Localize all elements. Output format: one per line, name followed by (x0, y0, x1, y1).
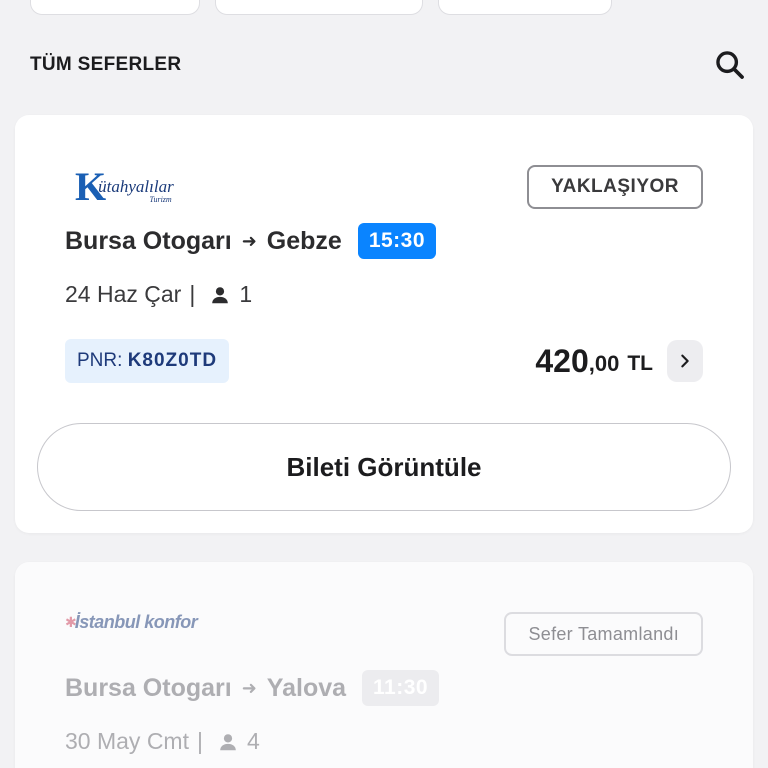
operator-logo: K ütahyalılar Turizm (75, 167, 174, 207)
price-integer: 420 (535, 342, 589, 379)
search-icon (716, 51, 744, 79)
trip-card[interactable]: ✱ İstanbul konfor Sefer Tamamlandı Bursa… (15, 562, 753, 768)
details-button[interactable] (667, 340, 703, 382)
pnr-chip: PNR: K80Z0TD (65, 339, 230, 383)
operator-logo: ✱ İstanbul konfor (65, 612, 198, 633)
passenger-count: 4 (246, 728, 260, 754)
pnr-label: PNR: (77, 350, 123, 371)
trip-date: 24 Haz Çar (65, 281, 182, 307)
trip-meta: 24 Haz Çar | 1 (65, 281, 252, 308)
filter-tab-1[interactable] (30, 0, 200, 15)
price-currency: TL (627, 352, 653, 375)
person-icon (209, 284, 231, 306)
pnr-code: K80Z0TD (127, 350, 218, 371)
arrow-right-icon: ➜ (241, 230, 257, 251)
chevron-right-icon (681, 354, 689, 368)
route: Bursa Otogarı ➜ Gebze 15:30 (65, 223, 437, 259)
logo-name: İstanbul konfor (74, 612, 198, 632)
logo-name: ütahyalılar (98, 177, 174, 196)
separator: | (189, 281, 196, 307)
price-row: 420 ,00 TL (535, 339, 703, 383)
filter-tab-2[interactable] (215, 0, 423, 15)
departure-time: 11:30 (362, 670, 440, 706)
view-ticket-button[interactable]: Bileti Görüntüle (37, 423, 731, 511)
departure-time: 15:30 (357, 223, 437, 259)
origin: Bursa Otogarı (65, 673, 232, 702)
status-badge: Sefer Tamamlandı (504, 612, 703, 656)
section-title: TÜM SEFERLER (30, 54, 182, 75)
top-filter-tabs (0, 0, 768, 15)
filter-tab-3[interactable] (438, 0, 612, 15)
trip-meta: 30 May Cmt | 4 (65, 728, 260, 755)
section-header: TÜM SEFERLER (30, 50, 744, 80)
logo-subtitle: Turizm (149, 195, 172, 204)
route: Bursa Otogarı ➜ Yalova 11:30 (65, 670, 440, 706)
search-button[interactable] (710, 45, 750, 85)
origin: Bursa Otogarı (65, 226, 232, 255)
price-decimal: ,00 (588, 351, 620, 376)
destination: Gebze (266, 226, 342, 255)
trip-card[interactable]: K ütahyalılar Turizm YAKLAŞIYOR Bursa Ot… (15, 115, 753, 533)
passenger-count: 1 (239, 281, 253, 307)
separator: | (196, 728, 203, 754)
trip-date: 30 May Cmt (65, 728, 189, 754)
arrow-right-icon: ➜ (241, 677, 257, 698)
person-icon (217, 731, 239, 753)
status-badge: YAKLAŞIYOR (527, 165, 703, 209)
destination: Yalova (266, 673, 347, 702)
